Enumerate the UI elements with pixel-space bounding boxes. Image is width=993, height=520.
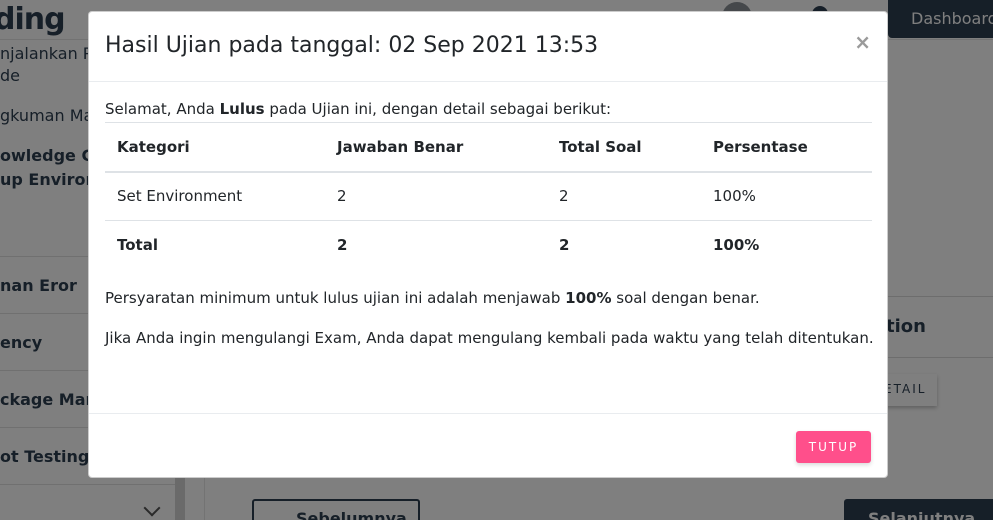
column-header: Jawaban Benar [325,122,547,173]
close-icon[interactable]: × [854,30,871,54]
retake-note: Jika Anda ingin mengulangi Exam, Anda da… [105,328,874,347]
table-cell: 2 [325,171,547,221]
column-header: Persentase [701,122,872,173]
table-total-row: Total 2 2 100% [105,221,872,270]
table-cell: 2 [547,171,701,221]
table-header-row: Kategori Jawaban Benar Total Soal Persen… [105,122,872,173]
pass-status: Lulus [219,100,265,118]
requirement-text: Persyaratan minimum untuk lulus ujian in… [105,288,566,307]
table-cell: 100% [713,236,760,255]
column-header: Kategori [105,122,325,173]
close-button[interactable]: TUTUP [796,431,871,463]
modal-body: Selamat, Anda Lulus pada Ujian ini, deng… [105,98,874,349]
result-table: Kategori Jawaban Benar Total Soal Persen… [105,122,872,270]
modal-header: Hasil Ujian pada tanggal: 02 Sep 2021 13… [89,12,887,82]
column-header: Total Soal [547,122,701,173]
table-cell: 100% [701,171,872,221]
requirement-text: soal dengan benar. [611,288,760,307]
intro-text: pada Ujian ini, dengan detail sebagai be… [264,100,612,118]
table-cell: 2 [337,236,348,255]
table-cell: Set Environment [105,171,325,221]
table-cell: Total [117,236,158,255]
result-intro: Selamat, Anda Lulus pada Ujian ini, deng… [105,98,872,122]
modal-footer: TUTUP [89,413,887,477]
table-cell: 2 [559,236,570,255]
exam-result-modal: Hasil Ujian pada tanggal: 02 Sep 2021 13… [88,11,888,478]
modal-title: Hasil Ujian pada tanggal: 02 Sep 2021 13… [105,33,599,58]
pass-requirement: Persyaratan minimum untuk lulus ujian in… [105,287,872,309]
intro-text: Selamat, Anda [105,100,220,118]
requirement-percentage: 100% [565,288,612,307]
table-row: Set Environment 2 2 100% [105,171,872,221]
